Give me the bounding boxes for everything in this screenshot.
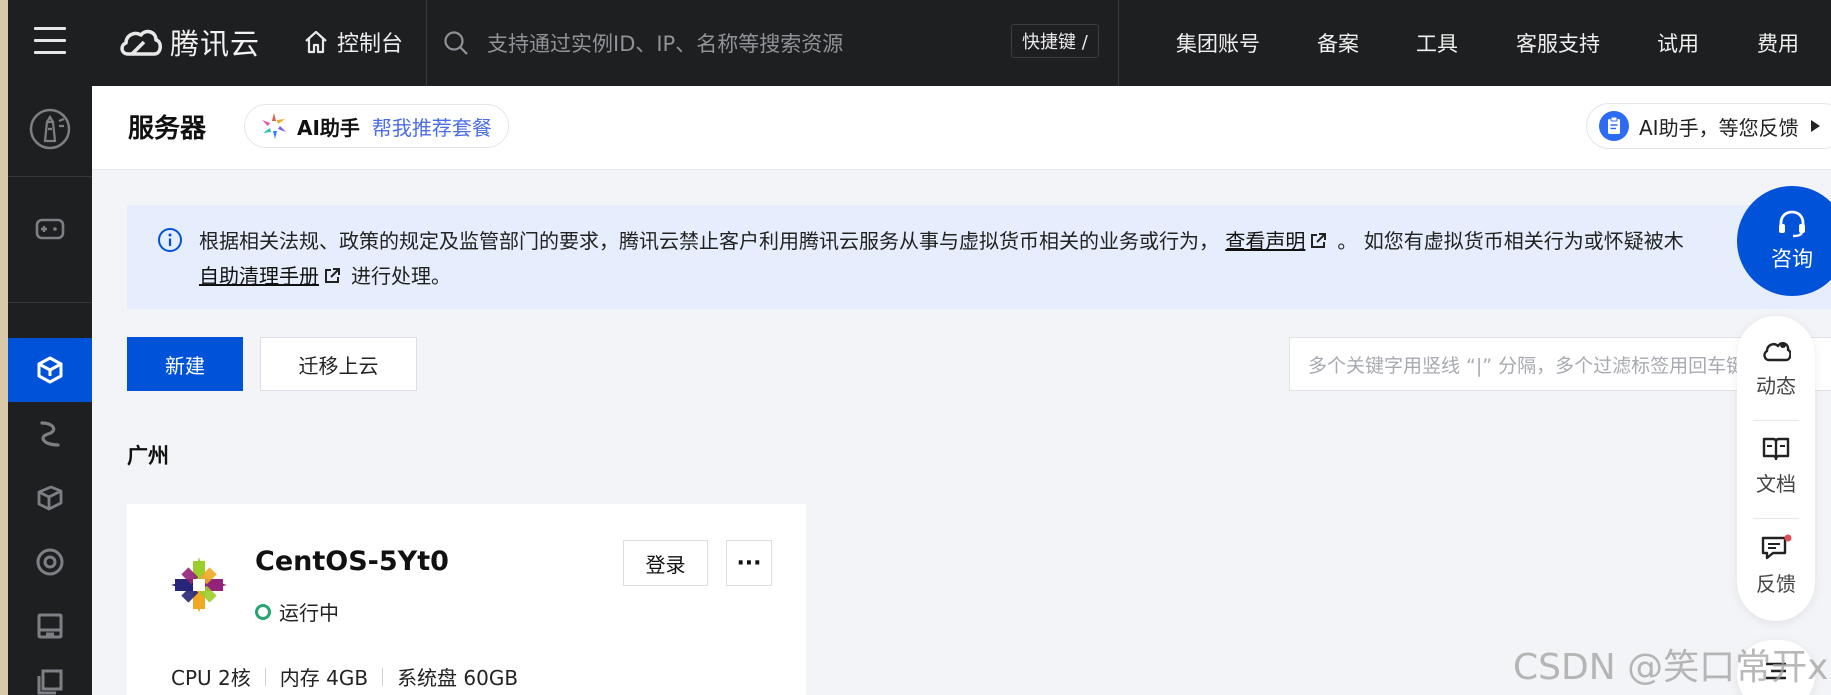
sidebar-item-snapshots[interactable]: [8, 658, 92, 695]
consult-label: 咨询: [1771, 247, 1813, 271]
float-item-updates[interactable]: 动态: [1737, 338, 1815, 399]
spec-divider: [264, 667, 266, 686]
watermark: CSDN @笑口常开xpr: [1513, 647, 1831, 688]
view-statement-link[interactable]: 查看声明: [1225, 229, 1305, 253]
external-link-icon: [325, 268, 340, 283]
route-icon: [40, 421, 60, 447]
float-label-feedback: 反馈: [1756, 572, 1796, 596]
home-icon: [305, 30, 327, 54]
search-placeholder: 支持通过实例ID、IP、名称等搜索资源: [487, 32, 844, 56]
global-search[interactable]: 支持通过实例ID、IP、名称等搜索资源: [443, 18, 1103, 68]
centos-logo-icon: [171, 557, 227, 613]
search-icon: [444, 31, 468, 55]
lighthouse-icon: [29, 108, 71, 150]
top-divider: [426, 0, 427, 86]
gamepad-icon: [35, 218, 65, 240]
cube-icon: [37, 356, 63, 384]
notice-line-1: 根据相关法规、政策的规定及监管部门的要求，腾讯云禁止客户利用腾讯云服务从事与虚拟…: [199, 225, 1684, 254]
console-label: 控制台: [337, 32, 404, 57]
headset-icon: [1779, 210, 1805, 238]
caret-right-icon: [1810, 120, 1820, 132]
sidebar-item-network[interactable]: [8, 402, 92, 466]
ai-sparkle-icon: [262, 113, 286, 139]
notice-text-1: 根据相关法规、政策的规定及监管部门的要求，腾讯云禁止客户利用腾讯云服务从事与虚拟…: [199, 229, 1219, 253]
disc-icon: [36, 548, 64, 576]
page-header: 服务器 AI助手 帮我推荐套餐 AI助手，等您反馈: [92, 86, 1831, 170]
ai-feedback-label: AI助手，等您反馈: [1639, 115, 1799, 140]
left-sidebar: [8, 86, 92, 695]
status-label: 运行中: [279, 601, 339, 625]
ai-name: AI助手: [297, 115, 360, 140]
sidebar-item-servers[interactable]: [8, 338, 92, 402]
nav-billing[interactable]: 费用: [1757, 0, 1799, 86]
migrate-button[interactable]: 迁移上云: [260, 337, 417, 391]
top-divider: [1118, 0, 1119, 86]
notice-text-2: 。 如您有虚拟货币相关行为或怀疑被木: [1337, 229, 1684, 253]
float-label-updates: 动态: [1756, 374, 1796, 398]
sidebar-divider: [8, 302, 92, 303]
sidebar-divider: [8, 176, 92, 177]
monitor-icon: [37, 613, 63, 639]
server-specs: CPU 2核 内存 4GB 系统盘 60GB: [171, 662, 518, 691]
layers-icon: [37, 669, 63, 695]
spec-cpu: CPU 2核: [171, 666, 251, 690]
notice-line-2: 自助清理手册 进行处理。: [199, 260, 451, 289]
box-icon: [37, 485, 63, 511]
more-options-button[interactable]: ···: [726, 540, 772, 586]
compliance-notice: 根据相关法规、政策的规定及监管部门的要求，腾讯云禁止客户利用腾讯云服务从事与虚拟…: [127, 205, 1831, 309]
float-item-docs[interactable]: 文档: [1737, 436, 1815, 497]
login-button[interactable]: 登录: [623, 540, 708, 586]
nav-tools[interactable]: 工具: [1416, 0, 1458, 86]
float-toolbar: 动态 文档 反馈: [1737, 316, 1815, 621]
page-title: 服务器: [128, 114, 207, 144]
brand-name: 腾讯云: [170, 27, 261, 61]
server-status: 运行中: [255, 597, 339, 626]
ai-suggest-link[interactable]: 帮我推荐套餐: [372, 112, 492, 141]
top-bar: 腾讯云 控制台 支持通过实例ID、IP、名称等搜索资源 快捷键 / 集团账号 备…: [8, 0, 1831, 86]
nav-support[interactable]: 客服支持: [1516, 0, 1600, 86]
book-icon: [1762, 437, 1790, 461]
menu-icon[interactable]: [34, 27, 66, 57]
clipboard-icon: [1599, 111, 1629, 141]
app-frame: 腾讯云 控制台 支持通过实例ID、IP、名称等搜索资源 快捷键 / 集团账号 备…: [8, 0, 1831, 695]
float-divider: [1753, 420, 1799, 421]
nav-trial[interactable]: 试用: [1657, 0, 1699, 86]
brand-logo[interactable]: 腾讯云: [118, 20, 260, 64]
sidebar-item-images[interactable]: [8, 594, 92, 658]
float-label-docs: 文档: [1756, 472, 1796, 496]
info-icon: [158, 228, 182, 252]
message-icon: [1761, 534, 1792, 560]
sidebar-item-game[interactable]: [8, 198, 92, 260]
new-button[interactable]: 新建: [127, 337, 243, 391]
nav-group-account[interactable]: 集团账号: [1176, 0, 1260, 86]
shortcut-hint[interactable]: 快捷键 /: [1011, 24, 1099, 58]
spec-divider: [382, 667, 384, 686]
console-link[interactable]: 控制台: [303, 22, 403, 62]
region-label: 广州: [127, 444, 169, 468]
spec-disk: 系统盘 60GB: [397, 666, 519, 690]
sidebar-item-packages[interactable]: [8, 466, 92, 530]
spec-memory: 内存 4GB: [279, 666, 369, 690]
cloud-bell-icon: [1763, 342, 1791, 362]
cloud-logo-icon: [120, 29, 162, 56]
server-card[interactable]: CentOS-5Yt0 运行中 登录 ··· CPU 2核 内存 4GB 系统盘…: [127, 504, 806, 695]
server-name[interactable]: CentOS-5Yt0: [255, 546, 449, 577]
ai-assistant-chip[interactable]: AI助手 帮我推荐套餐: [244, 104, 509, 148]
nav-filing[interactable]: 备案: [1317, 0, 1359, 86]
sidebar-item-storage[interactable]: [8, 530, 92, 594]
ai-feedback-chip[interactable]: AI助手，等您反馈: [1586, 103, 1831, 149]
external-link-icon: [1311, 233, 1327, 248]
cleanup-manual-link[interactable]: 自助清理手册: [199, 264, 319, 288]
float-divider: [1753, 518, 1799, 519]
float-item-feedback[interactable]: 反馈: [1737, 534, 1815, 597]
status-running-icon: [255, 603, 271, 620]
sidebar-item-lighthouse[interactable]: [8, 96, 92, 162]
notice-text-3: 进行处理。: [351, 264, 451, 288]
